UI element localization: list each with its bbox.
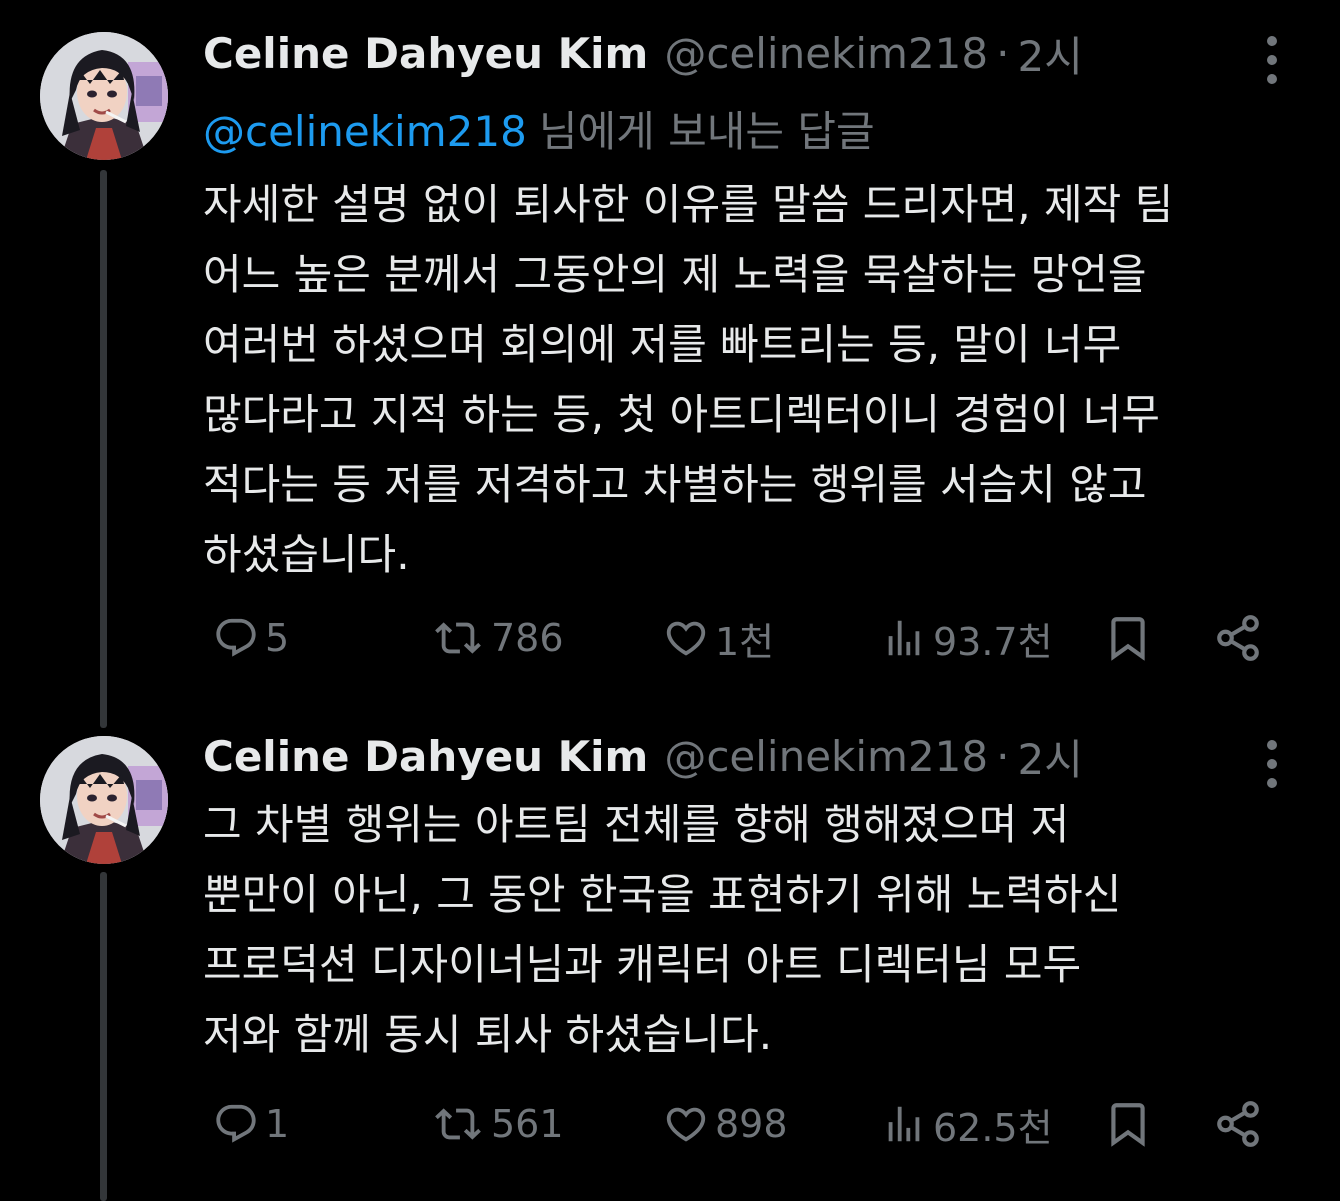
author-handle[interactable]: @celinekim218 — [664, 732, 988, 781]
retweet-button[interactable]: 786 — [431, 608, 564, 668]
avatar-illustration — [40, 32, 168, 160]
share-icon — [1217, 615, 1259, 661]
bookmark-icon — [1111, 1103, 1145, 1147]
tweet-text-line: 어느 높은 분께서 그동안의 제 노력을 묵살하는 망언을 — [203, 250, 1147, 299]
tweet[interactable]: Celine Dahyeu Kim @celinekim218 · 2시 @ce… — [0, 0, 1340, 700]
separator: · — [996, 731, 1010, 781]
views-button[interactable]: 93.7천 — [881, 608, 1053, 668]
action-bar: 5 786 1천 93.7천 — [203, 608, 1273, 668]
tweet-text-line: 여러번 하셨으며 회의에 저를 빠트리는 등, 말이 너무 — [203, 320, 1122, 369]
tweet-text-line: 하셨습니다. — [203, 530, 410, 579]
tweet-header: Celine Dahyeu Kim @celinekim218 · 2시 — [203, 728, 1220, 784]
bookmark-button[interactable] — [1103, 1094, 1153, 1154]
tweet-text-line: 프로덕션 디자이너님과 캐릭터 아트 디렉터님 모두 — [203, 940, 1082, 989]
views-count: 93.7천 — [933, 619, 1053, 664]
more-icon — [1267, 55, 1277, 65]
tweet-text-line: 뿐만이 아닌, 그 동안 한국을 표현하기 위해 노력하신 — [203, 870, 1122, 919]
tweet[interactable]: Celine Dahyeu Kim @celinekim218 · 2시 그 차… — [0, 700, 1340, 1201]
action-bar: 1 561 898 62.5천 — [203, 1094, 1273, 1154]
like-count: 1천 — [715, 619, 775, 664]
author-handle[interactable]: @celinekim218 — [664, 29, 988, 78]
timestamp[interactable]: 2시 — [1017, 726, 1082, 787]
share-button[interactable] — [1213, 608, 1263, 668]
like-button[interactable]: 1천 — [663, 608, 774, 668]
tweet-text: 자세한 설명 없이 퇴사한 이유를 말씀 드리자면, 제작 팀 어느 높은 분께… — [203, 170, 1303, 590]
more-icon — [1267, 740, 1277, 750]
more-icon — [1267, 36, 1277, 46]
views-icon — [888, 1106, 920, 1142]
author-name[interactable]: Celine Dahyeu Kim — [203, 732, 648, 781]
separator: · — [996, 28, 1010, 78]
more-icon — [1267, 74, 1277, 84]
tweet-text-line: 많다라고 지적 하는 등, 첫 아트디렉터이니 경험이 너무 — [203, 390, 1160, 439]
retweet-button[interactable]: 561 — [431, 1094, 564, 1154]
share-button[interactable] — [1213, 1094, 1263, 1154]
mention-link[interactable]: @celinekim218 — [203, 107, 527, 156]
avatar[interactable] — [40, 736, 168, 864]
replying-to-label: 님에게 보내는 답글 — [538, 107, 875, 156]
more-button[interactable] — [1264, 36, 1280, 84]
views-count: 62.5천 — [933, 1105, 1053, 1150]
avatar-illustration — [40, 736, 168, 864]
reply-icon — [216, 618, 256, 657]
bookmark-button[interactable] — [1103, 608, 1153, 668]
heart-icon — [666, 1107, 706, 1142]
views-icon — [888, 620, 920, 656]
reply-button[interactable]: 5 — [213, 608, 289, 668]
more-icon — [1267, 759, 1277, 769]
tweet-text-line: 그 차별 행위는 아트팀 전체를 향해 행해졌으며 저 — [203, 800, 1070, 849]
tweet-text-line: 적다는 등 저를 저격하고 차별하는 행위를 서슴치 않고 — [203, 460, 1147, 509]
more-button[interactable] — [1264, 740, 1280, 788]
tweet-text: 그 차별 행위는 아트팀 전체를 향해 행해졌으며 저 뿐만이 아닌, 그 동안… — [203, 790, 1303, 1070]
heart-icon — [666, 621, 706, 656]
retweet-count: 786 — [491, 616, 564, 660]
tweet-text-line: 저와 함께 동시 퇴사 하셨습니다. — [203, 1010, 773, 1059]
reply-icon — [216, 1104, 256, 1143]
bookmark-icon — [1111, 617, 1145, 661]
share-icon — [1217, 1101, 1259, 1147]
author-name[interactable]: Celine Dahyeu Kim — [203, 29, 648, 78]
tweet-header: Celine Dahyeu Kim @celinekim218 · 2시 — [203, 25, 1220, 81]
reply-count: 5 — [265, 616, 290, 660]
retweet-icon — [435, 622, 481, 654]
replying-to: @celinekim218 님에게 보내는 답글 — [203, 98, 875, 159]
avatar[interactable] — [40, 32, 168, 160]
retweet-icon — [435, 1108, 481, 1140]
reply-count: 1 — [265, 1102, 290, 1146]
like-button[interactable]: 898 — [663, 1094, 788, 1154]
more-icon — [1267, 778, 1277, 788]
tweet-text-line: 자세한 설명 없이 퇴사한 이유를 말씀 드리자면, 제작 팀 — [203, 180, 1174, 229]
like-count: 898 — [715, 1102, 788, 1146]
views-button[interactable]: 62.5천 — [881, 1094, 1053, 1154]
timestamp[interactable]: 2시 — [1017, 23, 1082, 84]
retweet-count: 561 — [491, 1102, 564, 1146]
reply-button[interactable]: 1 — [213, 1094, 289, 1154]
